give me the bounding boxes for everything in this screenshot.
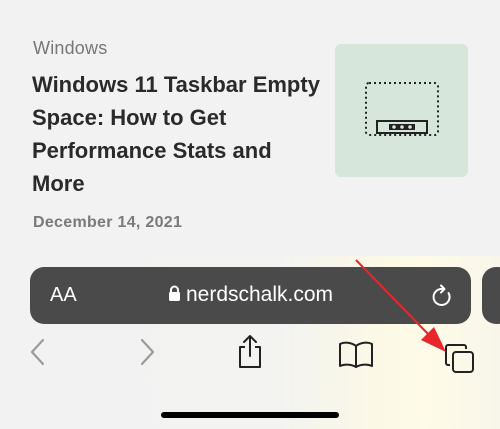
share-icon (239, 335, 261, 368)
taskbar-illustration-icon (365, 82, 439, 136)
forward-button[interactable] (137, 338, 157, 371)
article-date: December 14, 2021 (33, 214, 183, 231)
book-icon (339, 341, 373, 368)
article-category[interactable]: Windows (33, 38, 107, 59)
home-indicator[interactable] (161, 412, 339, 418)
address-bar[interactable]: AA nerdschalk.com (30, 267, 471, 324)
tabs-button[interactable] (444, 343, 476, 380)
reload-icon (432, 284, 451, 306)
next-tab-peek[interactable] (482, 267, 500, 324)
tabs-icon (445, 344, 474, 373)
safari-bottom-bar: AA nerdschalk.com (0, 256, 500, 429)
reload-button[interactable] (431, 284, 453, 313)
article-title[interactable]: Windows 11 Taskbar Empty Space: How to G… (32, 68, 322, 200)
article-thumbnail[interactable] (335, 44, 468, 177)
share-button[interactable] (235, 334, 265, 375)
article-card[interactable]: Windows Windows 11 Taskbar Empty Space: … (0, 0, 500, 256)
lock-icon (168, 285, 180, 301)
chevron-left-icon (30, 338, 45, 366)
chevron-right-icon (140, 338, 155, 366)
url-field[interactable]: nerdschalk.com (30, 283, 471, 307)
bookmarks-button[interactable] (338, 341, 374, 374)
back-button[interactable] (28, 338, 48, 371)
url-text: nerdschalk.com (185, 283, 334, 306)
